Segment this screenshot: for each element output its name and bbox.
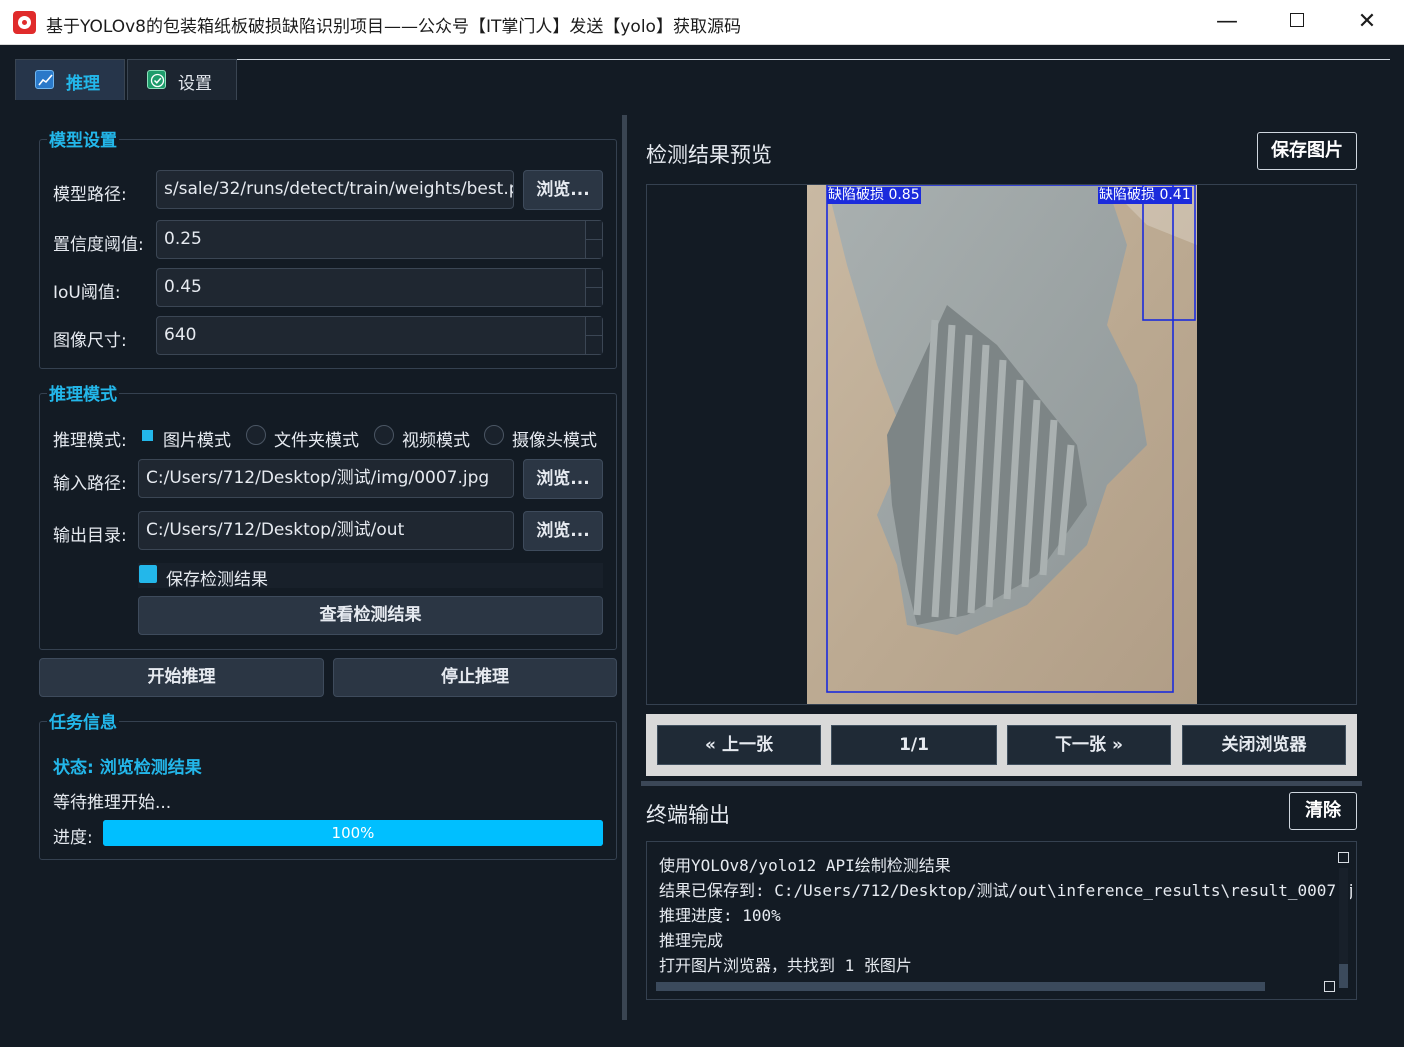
terminal-vertical-scrollbar[interactable] xyxy=(1337,852,1350,992)
minimize-button[interactable]: — xyxy=(1192,0,1262,45)
radio-video-mode[interactable] xyxy=(374,425,394,445)
terminal-line: 结果已保存到: C:/Users/712/Desktop/测试/out\infe… xyxy=(659,881,1357,900)
output-dir-input[interactable]: C:/Users/712/Desktop/测试/out xyxy=(138,511,514,550)
maximize-icon xyxy=(1290,13,1304,27)
radio-folder-mode[interactable] xyxy=(246,425,266,445)
status-message: 等待推理开始... xyxy=(53,793,172,813)
model-path-label: 模型路径: xyxy=(53,185,127,205)
image-size-stepper[interactable] xyxy=(585,317,602,354)
scroll-right-button[interactable] xyxy=(1324,981,1335,992)
tab-settings[interactable]: 设置 xyxy=(127,59,237,100)
model-path-input[interactable]: s/sale/32/runs/detect/train/weights/best… xyxy=(156,170,514,209)
input-path-input[interactable]: C:/Users/712/Desktop/测试/img/0007.jpg xyxy=(138,459,514,498)
save-image-button[interactable]: 保存图片 xyxy=(1257,132,1357,170)
radio-folder-mode-label[interactable]: 文件夹模式 xyxy=(274,426,359,451)
progress-text: 100% xyxy=(331,824,375,842)
terminal-line: 推理进度: 100% xyxy=(659,906,781,925)
output-browse-button[interactable]: 浏览... xyxy=(523,511,603,551)
start-inference-button[interactable]: 开始推理 xyxy=(39,658,324,697)
input-browse-button[interactable]: 浏览... xyxy=(523,459,603,499)
terminal-line: 使用YOLOv8/yolo12 API绘制检测结果 xyxy=(659,856,951,875)
detection-label-1: 缺陷破损 0.85 xyxy=(827,187,921,204)
tab-bar-line xyxy=(236,59,1390,60)
preview-area: 缺陷破损 0.85 缺陷破损 0.41 xyxy=(646,184,1357,705)
confidence-label: 置信度阈值: xyxy=(53,235,144,255)
section-separator xyxy=(641,781,1362,786)
image-size-label: 图像尺寸: xyxy=(53,331,127,351)
status-text: 状态: 浏览检测结果 xyxy=(53,758,202,778)
preview-title: 检测结果预览 xyxy=(646,143,772,167)
scroll-up-button[interactable] xyxy=(1338,852,1349,863)
chart-icon xyxy=(35,70,54,89)
mode-label: 推理模式: xyxy=(53,431,127,451)
save-results-checkbox[interactable] xyxy=(139,565,157,583)
maximize-button[interactable] xyxy=(1262,0,1332,45)
check-icon xyxy=(147,70,166,89)
cardboard-preview-image xyxy=(807,185,1197,704)
next-image-button[interactable]: 下一张 » xyxy=(1007,725,1171,765)
terminal-line: 推理完成 xyxy=(659,931,724,950)
radio-video-mode-label[interactable]: 视频模式 xyxy=(402,426,470,451)
terminal-line: 打开图片浏览器，共找到 1 张图片 xyxy=(659,956,912,975)
view-results-button[interactable]: 查看检测结果 xyxy=(138,596,603,635)
close-button[interactable]: ✕ xyxy=(1332,0,1402,45)
model-settings-title: 模型设置 xyxy=(47,126,119,151)
prev-image-button[interactable]: « 上一张 xyxy=(657,725,821,765)
input-path-label: 输入路径: xyxy=(53,474,127,494)
scroll-thumb[interactable] xyxy=(1339,964,1348,988)
tab-inference-label: 推理 xyxy=(66,74,100,94)
tab-settings-label: 设置 xyxy=(178,74,212,94)
task-info-title: 任务信息 xyxy=(47,708,119,733)
confidence-value: 0.25 xyxy=(164,229,202,249)
radio-camera-mode[interactable] xyxy=(484,425,504,445)
clear-terminal-button[interactable]: 清除 xyxy=(1289,792,1357,830)
iou-stepper[interactable] xyxy=(585,269,602,306)
scroll-track[interactable] xyxy=(1339,868,1348,964)
window-title: 基于YOLOv8的包装箱纸板破损缺陷识别项目——公众号【IT掌门人】发送【yol… xyxy=(46,17,741,37)
confidence-spinbox[interactable]: 0.25 xyxy=(156,220,603,259)
radio-image-mode[interactable] xyxy=(142,430,153,441)
progress-bar: 100% xyxy=(103,820,603,846)
model-browse-button[interactable]: 浏览... xyxy=(523,170,603,210)
image-size-spinbox[interactable]: 640 xyxy=(156,316,603,355)
radio-camera-mode-label[interactable]: 摄像头模式 xyxy=(512,426,597,451)
iou-value: 0.45 xyxy=(164,277,202,297)
detection-label-2: 缺陷破损 0.41 xyxy=(1098,187,1192,204)
panel-splitter[interactable] xyxy=(622,115,627,1020)
image-browser-nav: « 上一张 1/1 下一张 » 关闭浏览器 xyxy=(646,714,1357,776)
terminal-horizontal-scrollbar[interactable] xyxy=(656,981,1335,993)
title-bar: 基于YOLOv8的包装箱纸板破损缺陷识别项目——公众号【IT掌门人】发送【yol… xyxy=(0,0,1404,45)
horizontal-scroll-thumb[interactable] xyxy=(656,982,1265,991)
output-dir-label: 输出目录: xyxy=(53,526,127,546)
app-logo-icon xyxy=(13,11,36,34)
terminal-title: 终端输出 xyxy=(646,803,730,827)
radio-image-mode-label[interactable]: 图片模式 xyxy=(163,426,231,451)
terminal-output[interactable]: 使用YOLOv8/yolo12 API绘制检测结果 结果已保存到: C:/Use… xyxy=(646,841,1357,1000)
close-browser-button[interactable]: 关闭浏览器 xyxy=(1182,725,1346,765)
save-results-label[interactable]: 保存检测结果 xyxy=(166,565,268,590)
inference-mode-title: 推理模式 xyxy=(47,380,119,405)
iou-spinbox[interactable]: 0.45 xyxy=(156,268,603,307)
confidence-stepper[interactable] xyxy=(585,221,602,258)
iou-label: IoU阈值: xyxy=(53,283,121,303)
image-counter: 1/1 xyxy=(831,725,997,765)
stop-inference-button[interactable]: 停止推理 xyxy=(333,658,617,697)
progress-label: 进度: xyxy=(53,828,93,848)
image-size-value: 640 xyxy=(164,325,197,345)
tab-inference[interactable]: 推理 xyxy=(15,59,125,100)
